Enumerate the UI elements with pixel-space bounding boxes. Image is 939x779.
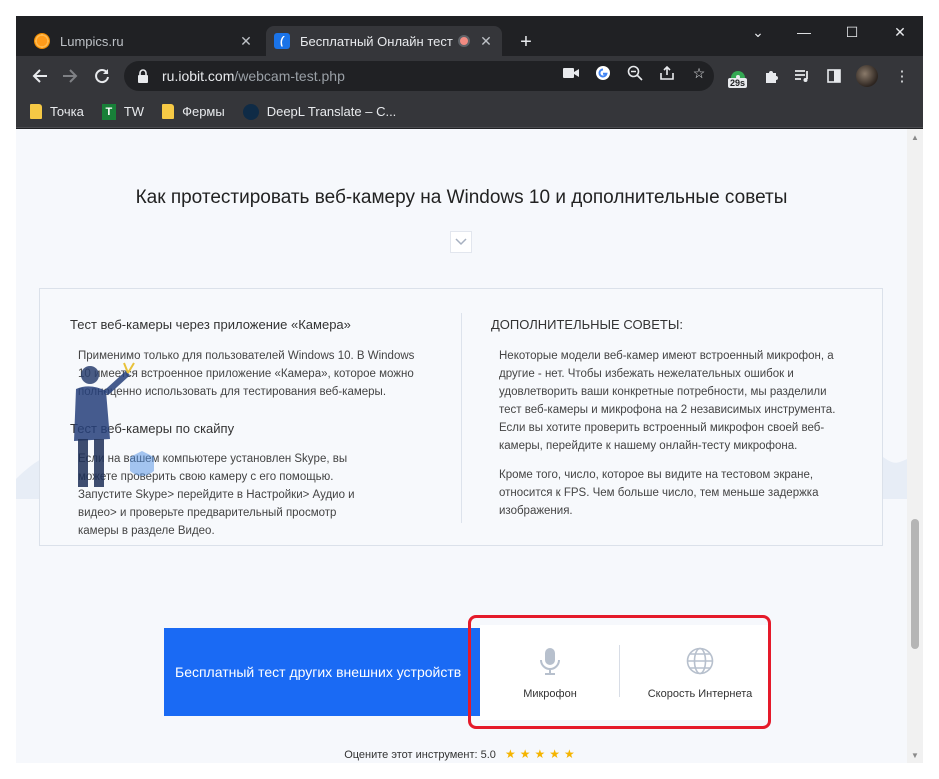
recording-indicator-icon [458,35,470,47]
reload-icon [95,69,109,84]
column-divider [461,313,462,523]
forward-button[interactable] [58,64,82,88]
chevron-down-icon [455,238,467,246]
close-tab-icon[interactable]: ✕ [238,33,254,49]
person-illustration [74,362,154,487]
close-tab-icon[interactable]: ✕ [478,33,494,49]
expand-chevron-button[interactable] [450,231,472,253]
back-button[interactable] [28,64,52,88]
highlight-frame [468,615,771,729]
lock-icon[interactable] [136,69,150,83]
bookmark-label: Фермы [182,104,225,119]
timer-extension-button[interactable]: 29s [728,64,750,88]
bookmark-label: Точка [50,104,84,119]
menu-kebab-icon[interactable]: ⋮ [892,66,912,86]
left-heading-camera-app: Тест веб-камеры через приложение «Камера… [70,317,351,332]
tab-title: Бесплатный Онлайн тест веб [300,33,456,49]
bookmark-label: DeepL Translate – C... [266,104,397,119]
url-path: /webcam-test.php [234,68,345,84]
arrow-left-icon [32,69,47,83]
bookmark-star-icon[interactable]: ☆ [690,64,708,82]
profile-avatar[interactable] [856,65,878,87]
folder-icon [162,104,175,119]
bookmark-tw[interactable]: T TW [101,103,145,120]
page-scrollbar[interactable]: ▲ ▼ [907,129,923,763]
scroll-up-arrow-icon[interactable]: ▲ [907,129,923,145]
right-heading-tips: ДОПОЛНИТЕЛЬНЫЕ СОВЕТЫ: [491,317,683,332]
browser-window: Lumpics.ru ✕ ( Бесплатный Онлайн тест ве… [16,16,923,763]
scroll-thumb[interactable] [911,519,919,649]
url-host: ru.iobit.com [162,68,235,84]
bookmark-deepl[interactable]: DeepL Translate – C... [242,103,397,120]
tab-title: Lumpics.ru [60,33,124,49]
bookmark-fermy[interactable]: Фермы [162,104,225,119]
bookmarks-bar: Точка T TW Фермы DeepL Translate – C... [16,96,923,128]
tab-search-button[interactable]: ⌄ [738,20,778,44]
extensions-puzzle-icon[interactable] [762,66,782,86]
share-icon[interactable] [658,64,676,82]
other-devices-test-button[interactable]: Бесплатный тест других внешних устройств [164,628,480,716]
rating-text: Оцените этот инструмент: 5.0 [344,749,496,761]
lumpics-favicon-icon [34,33,50,49]
extension-badge: 29s [728,78,748,88]
minimize-button[interactable]: — [784,20,824,44]
rating-row: Оцените этот инструмент: 5.0 ★★★★★ [16,747,907,761]
deepl-icon [242,103,259,120]
right-text-fps: Кроме того, число, которое вы видите на … [499,469,819,517]
page-content: Как протестировать веб-камеру на Windows… [16,129,907,763]
camera-in-use-icon[interactable] [562,64,580,82]
iobit-favicon-icon: ( [274,33,290,49]
side-panel-icon[interactable] [824,66,844,86]
folder-icon [30,104,42,119]
tab-lumpics[interactable]: Lumpics.ru ✕ [26,26,262,56]
arrow-right-icon [63,69,78,83]
tab-iobit-webcam-test[interactable]: ( Бесплатный Онлайн тест веб ✕ [266,26,502,56]
tips-panel: Тест веб-камеры через приложение «Камера… [39,288,883,546]
zoom-icon[interactable] [626,64,644,82]
browser-toolbar: ru.iobit.com/webcam-test.php ☆ 29s ⋮ [16,56,923,96]
new-tab-button[interactable]: + [514,30,538,54]
maximize-button[interactable]: ☐ [832,20,872,44]
section-title: Как протестировать веб-камеру на Windows… [135,187,788,208]
media-control-icon[interactable] [792,66,812,86]
bookmark-label: TW [123,104,145,119]
tw-icon: T [101,103,116,120]
close-window-button[interactable]: ✕ [880,20,920,44]
bookmark-tochka[interactable]: Точка [30,104,84,119]
scroll-down-arrow-icon[interactable]: ▼ [907,747,923,763]
rating-stars-icon[interactable]: ★★★★★ [505,747,579,761]
google-lens-icon[interactable] [594,64,612,82]
right-text-microphone: Некоторые модели веб-камер имеют встроен… [499,350,836,452]
tab-strip: Lumpics.ru ✕ ( Бесплатный Онлайн тест ве… [16,16,923,56]
reload-button[interactable] [90,64,114,88]
